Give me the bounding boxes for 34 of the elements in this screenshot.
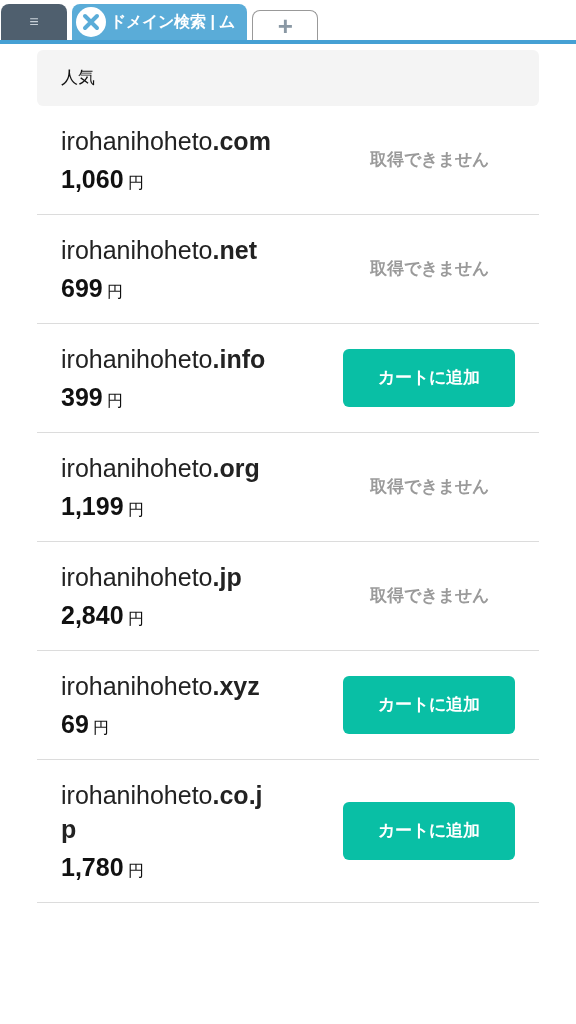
unavailable-label: 取得できません — [368, 585, 490, 608]
price: 399 — [61, 382, 103, 413]
currency: 円 — [127, 173, 144, 193]
price: 69 — [61, 709, 89, 740]
currency: 円 — [92, 718, 109, 738]
add-to-cart-button[interactable]: カートに追加 — [343, 802, 515, 860]
section-title: 人気 — [61, 67, 95, 90]
close-icon[interactable] — [76, 7, 106, 37]
unavailable-label: 取得できません — [368, 149, 490, 172]
currency: 円 — [127, 861, 144, 881]
tab-title: ドメイン検索 | ム — [110, 12, 236, 32]
unavailable-label: 取得できません — [368, 476, 490, 499]
add-to-cart-button[interactable]: カートに追加 — [343, 349, 515, 407]
menu-tab[interactable]: ≡ — [1, 4, 67, 40]
add-to-cart-button[interactable]: カートに追加 — [343, 676, 515, 734]
domain-name: irohanihoheto.net — [61, 235, 258, 266]
domain-name: irohanihoheto.com — [61, 126, 272, 157]
currency: 円 — [127, 609, 144, 629]
currency: 円 — [106, 282, 123, 302]
page-tab[interactable]: ドメイン検索 | ム — [72, 4, 248, 40]
currency: 円 — [127, 500, 144, 520]
price: 1,780 — [61, 852, 124, 883]
domain-name: irohanihoheto.org — [61, 453, 261, 484]
domain-name: irohanihoheto.jp — [61, 562, 243, 593]
price: 1,199 — [61, 491, 124, 522]
domain-name: irohanihoheto.info — [61, 344, 267, 375]
domain-name: irohanihoheto.xyz — [61, 671, 261, 702]
currency: 円 — [106, 391, 123, 411]
new-tab-button[interactable]: + — [252, 10, 319, 40]
unavailable-label: 取得できません — [368, 258, 490, 281]
price: 699 — [61, 273, 103, 304]
price: 2,840 — [61, 600, 124, 631]
price: 1,060 — [61, 164, 124, 195]
domain-name: irohanihoheto.co.jp — [61, 780, 264, 845]
